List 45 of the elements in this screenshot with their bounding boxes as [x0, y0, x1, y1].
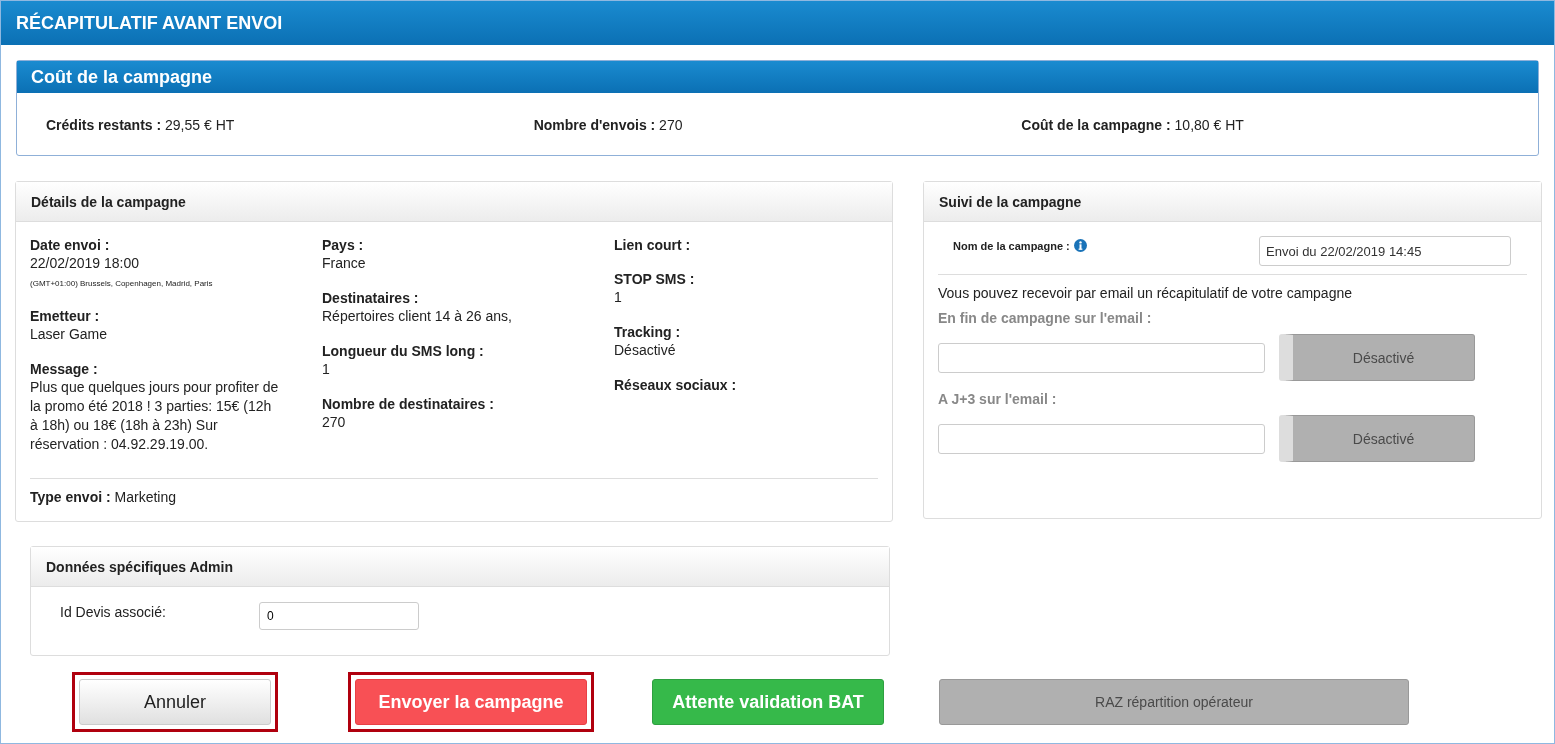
quote-id-label: Id Devis associé: [60, 603, 167, 620]
cost-info-text: Coût de la campagne : 10,80 € HT [1021, 117, 1245, 133]
toggle-switch[interactable]: Désactivé [1279, 334, 1475, 381]
field-value: 22/02/2019 18:00 [30, 254, 140, 273]
send-type-text: Type envoi : Marketing [30, 489, 177, 505]
field-label: Nombre de destinataires : [322, 395, 495, 413]
action-button[interactable]: Envoyer la campagne [355, 679, 587, 725]
field-label: STOP SMS : [614, 270, 696, 288]
cost-info-text: Crédits restants : 29,55 € HT [46, 117, 236, 133]
field-label: Tracking : [614, 323, 682, 341]
field-value: Désactivé [614, 341, 677, 360]
field-label: Longueur du SMS long : [322, 342, 485, 360]
email-field[interactable] [938, 423, 1265, 454]
email-summary-text: Vous pouvez recevoir par email un récapitulatif de votre campagne [938, 285, 1353, 301]
panel-title: Données spécifiques Admin [46, 558, 233, 575]
field-value: 270 [322, 413, 347, 432]
action-button[interactable]: Annuler [79, 679, 271, 725]
campaign-name-label: Nom de la campagne : [953, 239, 1070, 252]
cost-info-text: Nombre d'envois : 270 [533, 117, 684, 133]
panel-title: Suivi de la campagne [939, 193, 1082, 210]
email-label: En fin de campagne sur l'email : [938, 310, 1153, 326]
field-label: Réseaux sociaux : [614, 376, 738, 394]
quote-id-field[interactable]: 0 [259, 602, 419, 630]
field-label: Message : [30, 360, 99, 378]
field-value: France [322, 254, 367, 273]
info-icon[interactable] [1073, 239, 1087, 252]
field-value: Laser Game [30, 325, 109, 344]
panel-title: Détails de la campagne [31, 193, 186, 210]
field-label: Emetteur : [30, 307, 101, 325]
field-value: Répertoires client 14 à 26 ans, [322, 307, 513, 326]
action-button[interactable]: Attente validation BAT [652, 679, 884, 725]
cost-panel-title: Coût de la campagne [31, 66, 213, 88]
campaign-name-field[interactable]: Envoi du 22/02/2019 14:45 [1259, 236, 1511, 266]
page-title: RÉCAPITULATIF AVANT ENVOI [16, 12, 283, 34]
toggle-switch[interactable]: Désactivé [1279, 415, 1475, 462]
field-label: Lien court : [614, 236, 692, 254]
field-label: Pays : [322, 236, 365, 254]
field-value: 1 [322, 360, 331, 379]
field-label: Date envoi : [30, 236, 111, 254]
email-label: A J+3 sur l'email : [938, 391, 1058, 407]
field-label: Destinataires : [322, 289, 420, 307]
timezone-note: (GMT+01:00) Brussels, Copenhagen, Madrid, Paris [30, 278, 214, 290]
field-value: Plus que quelques jours pour profiter de la promo été 2018 ! 3 parties: 15€ (12h à 18h) ou 18€ (18h à 23h) Sur réservation : 04.92.29.19.00. [30, 378, 280, 454]
email-field[interactable] [938, 342, 1265, 373]
field-value: 1 [614, 288, 623, 307]
